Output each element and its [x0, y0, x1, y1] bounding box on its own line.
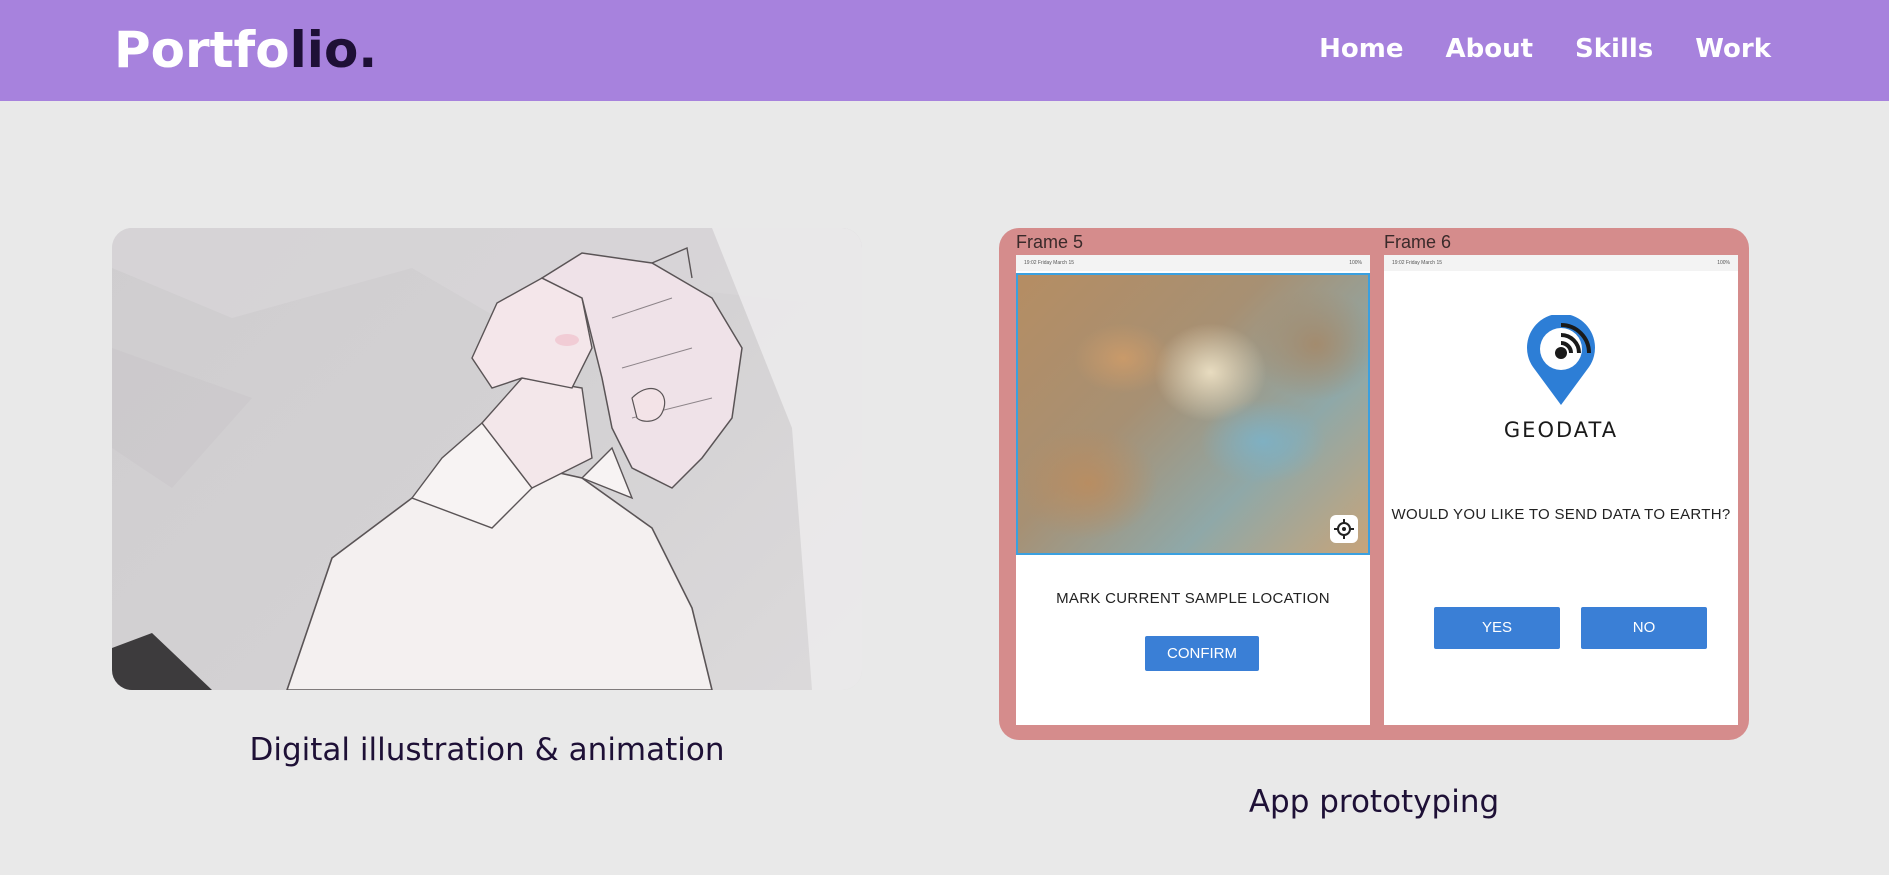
phone-frame-5: 19:02 Friday March 15 100% MARK CURRENT … [1016, 255, 1370, 725]
nav-link-home[interactable]: Home [1319, 30, 1403, 68]
locate-target-button[interactable] [1330, 515, 1358, 543]
status-bar: 19:02 Friday March 15 100% [1384, 255, 1738, 271]
prototyping-caption: App prototyping [1248, 784, 1500, 820]
confirm-button[interactable]: CONFIRM [1145, 636, 1259, 671]
terrain-map[interactable] [1016, 273, 1370, 555]
yes-button[interactable]: YES [1434, 607, 1560, 649]
phone-frame-6: 19:02 Friday March 15 100% GEODATA WOULD… [1384, 255, 1738, 725]
nav-link-work[interactable]: Work [1695, 30, 1771, 68]
status-bar-battery: 100% [1717, 260, 1730, 266]
logo-part-dark: lio. [289, 21, 378, 79]
illustration-caption: Digital illustration & animation [249, 732, 725, 768]
frame-label: Frame 6 [1384, 232, 1452, 252]
geodata-brand-name: GEODATA [1503, 418, 1619, 442]
nav-link-skills[interactable]: Skills [1575, 30, 1653, 68]
illustration-project-image[interactable] [112, 228, 862, 690]
site-logo[interactable]: Portfolio. [114, 18, 377, 82]
prototype-project-image[interactable]: Frame 5 19:02 Friday March 15 100% MARK … [999, 228, 1749, 740]
nav-link-about[interactable]: About [1445, 30, 1533, 68]
sample-location-prompt: MARK CURRENT SAMPLE LOCATION [1056, 590, 1330, 607]
main-nav: Home About Skills Work [1319, 30, 1771, 68]
status-bar-time: 19:02 Friday March 15 [1024, 260, 1075, 266]
frame-label: Frame 5 [1016, 232, 1084, 252]
logo-part-light: Portfo [114, 21, 290, 79]
no-button[interactable]: NO [1581, 607, 1707, 649]
status-bar-time: 19:02 Friday March 15 [1392, 260, 1443, 266]
geodata-logo-icon [1527, 315, 1595, 405]
illustration-artwork [112, 228, 862, 690]
crosshair-icon [1334, 519, 1354, 539]
send-data-prompt: WOULD YOU LIKE TO SEND DATA TO EARTH? [1391, 506, 1731, 523]
site-header: Portfolio. Home About Skills Work [0, 0, 1889, 101]
status-bar-battery: 100% [1349, 260, 1362, 266]
status-bar: 19:02 Friday March 15 100% [1016, 255, 1370, 271]
